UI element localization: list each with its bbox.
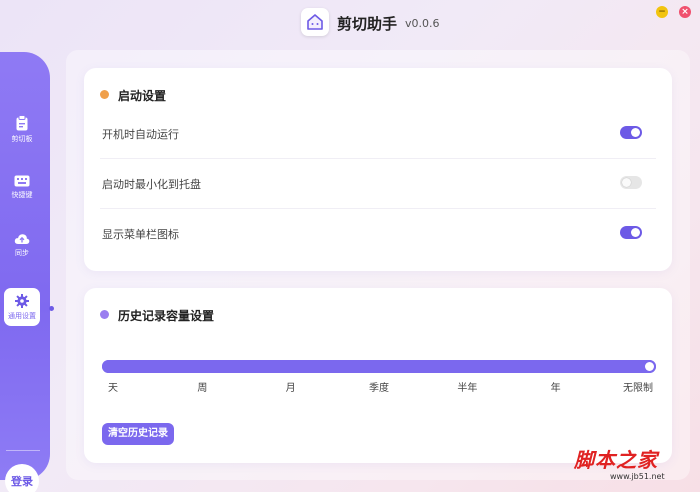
setting-row-minimize-to-tray: 启动时最小化到托盘 xyxy=(100,159,656,209)
keyboard-icon xyxy=(14,175,30,186)
app-version: v0.0.6 xyxy=(405,17,440,30)
sidebar-item-label: 剪切板 xyxy=(11,134,33,143)
sidebar-item-sync[interactable]: 同步 xyxy=(4,226,40,264)
login-button[interactable]: 登录 xyxy=(5,464,39,492)
sidebar-item-general-settings[interactable]: 通用设置 xyxy=(4,288,40,326)
startup-settings-card: 启动设置 开机时自动运行 启动时最小化到托盘 显示菜单栏图标 xyxy=(84,68,672,271)
slider-tick-label[interactable]: 天 xyxy=(108,379,118,394)
section-dot xyxy=(100,310,109,319)
minimize-to-tray-toggle[interactable] xyxy=(620,176,642,189)
setting-row-menubar-icon: 显示菜单栏图标 xyxy=(100,209,656,259)
toggle-knob xyxy=(622,178,631,187)
gear-icon xyxy=(15,293,29,308)
setting-row-auto-start: 开机时自动运行 xyxy=(100,109,656,159)
close-button[interactable]: × xyxy=(679,6,691,18)
clipboard-icon xyxy=(16,114,28,130)
house-icon xyxy=(307,14,323,30)
slider-thumb[interactable] xyxy=(645,362,654,371)
section-dot xyxy=(100,90,109,99)
sidebar-item-shortcuts[interactable]: 快捷键 xyxy=(4,168,40,206)
watermark-text: 脚本之家 xyxy=(574,448,658,472)
slider-tick-label[interactable]: 半年 xyxy=(457,379,477,394)
active-indicator-dot xyxy=(49,306,54,311)
sidebar-item-label: 通用设置 xyxy=(8,311,36,320)
slider-fill xyxy=(102,360,656,373)
history-capacity-card: 历史记录容量设置 天 周 月 季度 半年 年 无限制 清空历史记录 xyxy=(84,288,672,463)
section-title: 启动设置 xyxy=(118,89,167,103)
toggle-knob xyxy=(631,228,640,237)
app-title: 剪切助手 xyxy=(337,15,398,33)
slider-tick-label[interactable]: 周 xyxy=(197,379,207,394)
history-capacity-slider[interactable] xyxy=(102,360,656,373)
cloud-upload-icon xyxy=(14,233,30,244)
sidebar-divider xyxy=(6,450,40,451)
clear-history-button[interactable]: 清空历史记录 xyxy=(102,423,174,445)
slider-tick-label[interactable]: 无限制 xyxy=(623,379,653,394)
slider-tick-label[interactable]: 季度 xyxy=(369,379,389,394)
setting-label: 开机时自动运行 xyxy=(102,128,179,141)
sidebar: 剪切板 快捷键 同步 通用设置 登录 xyxy=(0,52,50,492)
watermark: 脚本之家 www.jb51.net xyxy=(574,444,694,488)
sidebar-item-clipboard[interactable]: 剪切板 xyxy=(4,110,40,148)
setting-label: 启动时最小化到托盘 xyxy=(102,178,201,191)
app-logo xyxy=(301,8,329,36)
menubar-icon-toggle[interactable] xyxy=(620,226,642,239)
sidebar-item-label: 同步 xyxy=(15,248,29,257)
auto-start-toggle[interactable] xyxy=(620,126,642,139)
slider-tick-label[interactable]: 年 xyxy=(551,379,561,394)
slider-tick-label[interactable]: 月 xyxy=(286,379,296,394)
setting-label: 显示菜单栏图标 xyxy=(102,228,179,241)
watermark-url: www.jb51.net xyxy=(610,472,665,481)
title-bar: 剪切助手 v0.0.6 − × xyxy=(0,0,700,46)
section-title: 历史记录容量设置 xyxy=(118,309,215,323)
sidebar-item-label: 快捷键 xyxy=(11,190,33,199)
minimize-button[interactable]: − xyxy=(656,6,668,18)
toggle-knob xyxy=(631,128,640,137)
